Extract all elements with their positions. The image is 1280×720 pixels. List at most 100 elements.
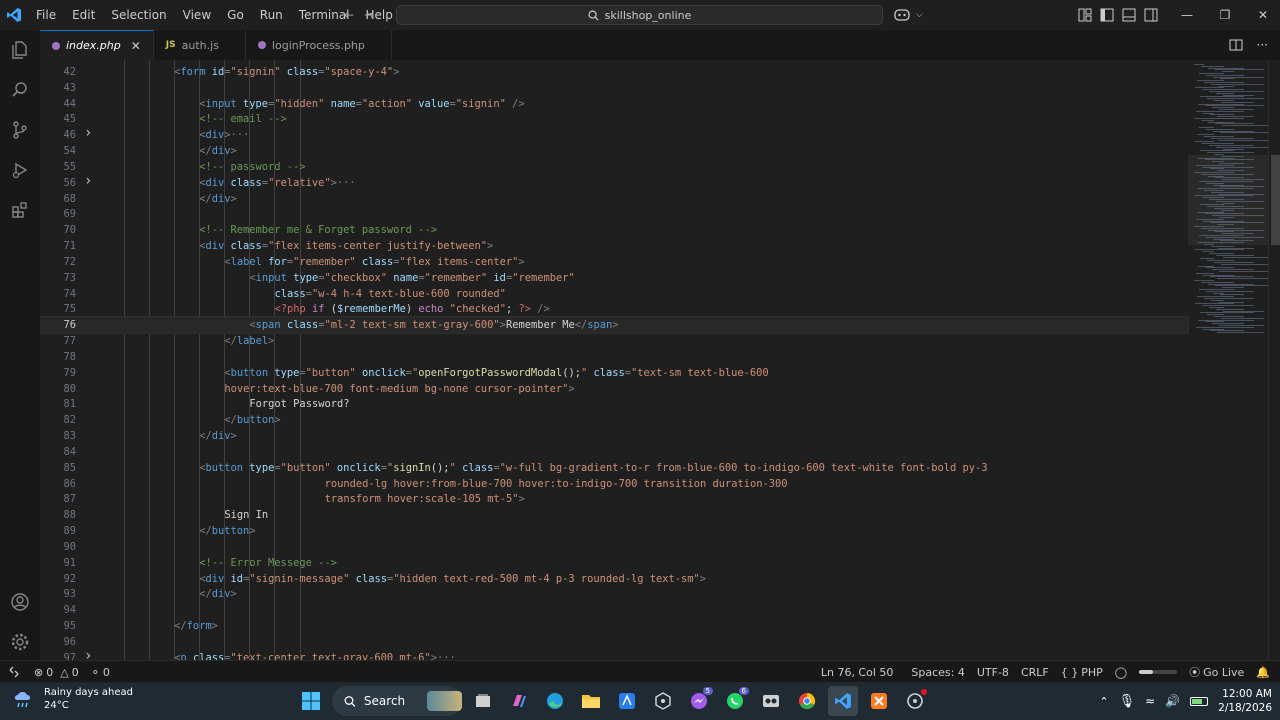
code-line[interactable]: 84 xyxy=(40,444,1188,460)
code-line[interactable]: 95 </form> xyxy=(40,618,1188,634)
code-line[interactable]: 45 <!-- email --> xyxy=(40,111,1188,127)
menu-selection[interactable]: Selection xyxy=(103,0,174,30)
split-editor-icon[interactable] xyxy=(1229,38,1243,52)
file-explorer-icon[interactable] xyxy=(576,686,606,716)
chrome-icon[interactable] xyxy=(792,686,822,716)
volume-icon[interactable]: 🔊 xyxy=(1165,694,1180,708)
minimize-icon[interactable]: — xyxy=(1168,0,1206,30)
indentation[interactable]: Spaces: 4 xyxy=(905,661,970,683)
remote-icon[interactable] xyxy=(0,661,28,683)
code-line[interactable]: 70 <!-- Remember me & Forget password --> xyxy=(40,222,1188,238)
close-icon[interactable]: ✕ xyxy=(131,39,141,53)
code-line[interactable]: 46 › <div>··· xyxy=(40,125,1188,143)
windows-start-icon[interactable] xyxy=(296,686,326,716)
code-line[interactable]: 79 <button type="button" onclick="openFor… xyxy=(40,365,1188,381)
menu-view[interactable]: View xyxy=(175,0,219,30)
cursor-position[interactable]: Ln 76, Col 50 xyxy=(815,661,900,683)
code-line[interactable]: 42 <form id="signin" class="space-y-4"> xyxy=(40,64,1188,80)
code-line[interactable]: 80 hover:text-blue-700 font-medium bg-non… xyxy=(40,381,1188,397)
code-line[interactable]: 94 xyxy=(40,602,1188,618)
show-hidden-icons-icon[interactable]: ⌃ xyxy=(1099,695,1108,708)
snipping-tool-icon[interactable] xyxy=(756,686,786,716)
code-line[interactable]: 69 xyxy=(40,206,1188,222)
settings-gear-icon[interactable] xyxy=(8,630,32,654)
ports-indicator[interactable]: ⚬ 0 xyxy=(85,661,116,683)
messenger-icon[interactable]: 5 xyxy=(684,686,714,716)
recording-app-icon[interactable] xyxy=(900,686,930,716)
code-line[interactable]: 71 <div class="flex items-center justify-… xyxy=(40,238,1188,254)
customize-layout-icon[interactable] xyxy=(1078,8,1092,22)
code-line[interactable]: 44 <input type="hidden" name="action" val… xyxy=(40,96,1188,112)
forward-arrow-icon[interactable]: → xyxy=(364,8,374,22)
menu-edit[interactable]: Edit xyxy=(64,0,103,30)
scrollbar-thumb[interactable] xyxy=(1271,155,1280,245)
vscode-taskbar-icon[interactable] xyxy=(828,686,858,716)
tab-index-php[interactable]: index.php ✕ xyxy=(40,30,154,60)
source-control-icon[interactable] xyxy=(8,118,32,142)
toggle-panel-icon[interactable] xyxy=(1122,8,1136,22)
language-mode[interactable]: { } PHP xyxy=(1055,661,1109,683)
code-line[interactable]: 87 transform hover:scale-105 mt-5"> xyxy=(40,491,1188,507)
code-line[interactable]: 76 <span class="ml-2 text-sm text-gray-60… xyxy=(40,316,1189,335)
code-line[interactable]: 56 › <div class="relative">··· xyxy=(40,173,1188,191)
toggle-secondary-sidebar-icon[interactable] xyxy=(1144,8,1158,22)
fold-chevron-icon[interactable]: › xyxy=(84,173,92,189)
tab-loginprocess-php[interactable]: loginProcess.php xyxy=(246,30,392,60)
code-line[interactable]: 55 <!-- password --> xyxy=(40,159,1188,175)
toggle-primary-sidebar-icon[interactable] xyxy=(1100,8,1114,22)
azure-data-studio-icon[interactable] xyxy=(612,686,642,716)
unity-app-icon[interactable] xyxy=(648,686,678,716)
task-view-icon[interactable] xyxy=(468,686,498,716)
problems-indicator[interactable]: ⊗ 0 △ 0 xyxy=(28,661,85,683)
xampp-icon[interactable] xyxy=(864,686,894,716)
code-editor[interactable]: 42 <form id="signin" class="space-y-4"> 43… xyxy=(40,60,1280,660)
wifi-icon[interactable]: ≈ xyxy=(1145,694,1155,708)
code-line[interactable]: 86 rounded-lg hover:from-blue-700 hover:t… xyxy=(40,476,1188,492)
code-line[interactable]: 75 <?php if ($rememberMe) echo "checked";… xyxy=(40,301,1188,317)
close-window-icon[interactable]: ✕ xyxy=(1244,0,1280,30)
tab-auth-js[interactable]: JS auth.js xyxy=(154,30,246,60)
menu-run[interactable]: Run xyxy=(252,0,291,30)
code-line[interactable]: 83 </div> xyxy=(40,428,1188,444)
code-line[interactable]: 82 </button> xyxy=(40,412,1188,428)
code-line[interactable]: 97 › <p class="text-center text-gray-600 m… xyxy=(40,648,1188,660)
fold-chevron-icon[interactable]: › xyxy=(84,125,92,141)
fold-chevron-icon[interactable]: › xyxy=(84,648,92,660)
code-line[interactable]: 90 xyxy=(40,539,1188,555)
explorer-icon[interactable] xyxy=(8,38,32,62)
vertical-scrollbar[interactable] xyxy=(1268,60,1280,660)
code-line[interactable]: 91 <!-- Error Messege --> xyxy=(40,555,1188,571)
microphone-icon[interactable]: 🎙 xyxy=(1119,694,1136,709)
command-center-search[interactable]: skillshop_online xyxy=(396,5,883,25)
extensions-icon[interactable] xyxy=(8,198,32,222)
code-line[interactable]: 96 xyxy=(40,634,1188,650)
code-line[interactable]: 43 xyxy=(40,80,1188,96)
menu-file[interactable]: File xyxy=(28,0,64,30)
code-line[interactable]: 73 <input type="checkbox" name="remember"… xyxy=(40,270,1188,286)
code-line[interactable]: 93 </div> xyxy=(40,586,1188,602)
menu-go[interactable]: Go xyxy=(219,0,252,30)
whatsapp-icon[interactable]: 6 xyxy=(720,686,750,716)
code-line[interactable]: 88 Sign In xyxy=(40,507,1188,523)
more-actions-icon[interactable]: ··· xyxy=(1257,38,1268,52)
minimap-viewport[interactable] xyxy=(1188,155,1268,245)
code-line[interactable]: 78 xyxy=(40,349,1188,365)
accounts-icon[interactable] xyxy=(8,590,32,614)
end-of-line[interactable]: CRLF xyxy=(1015,661,1055,683)
code-line[interactable]: 92 <div id="signin-message" class="hidden… xyxy=(40,571,1188,587)
run-debug-icon[interactable] xyxy=(8,158,32,182)
search-view-icon[interactable] xyxy=(8,78,32,102)
go-live-button[interactable]: ⦿ Go Live xyxy=(1183,661,1250,683)
clock[interactable]: 12:00 AM 2/18/2026 xyxy=(1218,687,1272,715)
weather-widget[interactable]: Rainy days ahead 24°C xyxy=(12,686,133,712)
copilot-status-icon[interactable]: ◯ xyxy=(1109,661,1133,683)
edge-browser-icon[interactable] xyxy=(540,686,570,716)
code-line[interactable]: 72 <label for="remember" class="flex item… xyxy=(40,254,1188,270)
code-line[interactable]: 81 Forgot Password? xyxy=(40,396,1188,412)
back-arrow-icon[interactable]: ← xyxy=(344,8,354,22)
code-line[interactable]: 77 </label> xyxy=(40,333,1188,349)
encoding[interactable]: UTF-8 xyxy=(971,661,1015,683)
code-line[interactable]: 85 <button type="button" onclick="signIn(… xyxy=(40,460,1188,476)
minimap[interactable] xyxy=(1188,60,1274,660)
battery-icon[interactable] xyxy=(1190,696,1209,706)
